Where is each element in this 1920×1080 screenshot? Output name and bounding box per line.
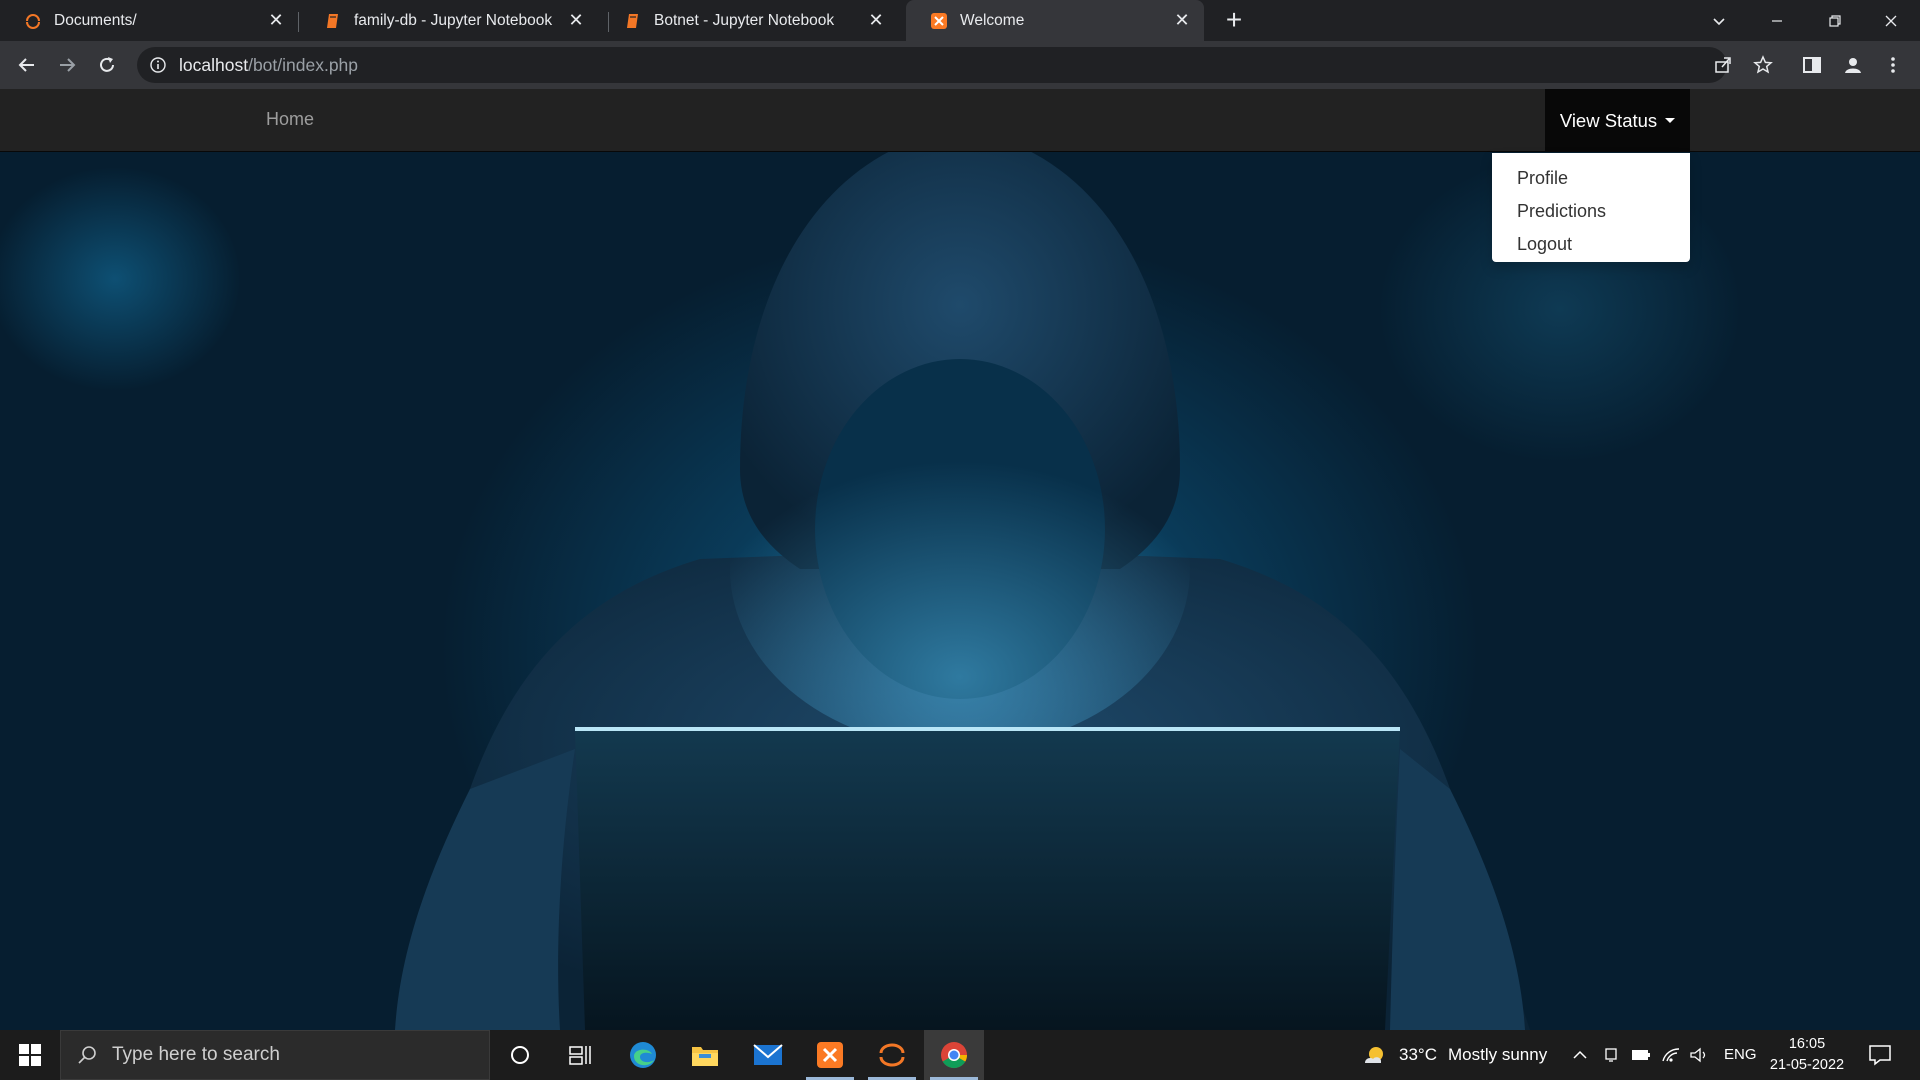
nav-home-link[interactable]: Home	[266, 109, 314, 130]
tab-botnet[interactable]: Botnet - Jupyter Notebook ✕	[600, 0, 898, 41]
mail-app[interactable]	[738, 1030, 798, 1080]
notifications-icon[interactable]	[1868, 1044, 1892, 1066]
share-button[interactable]	[1709, 51, 1737, 79]
url-path: /bot/index.php	[248, 54, 359, 75]
task-view-icon	[569, 1046, 591, 1065]
site-navbar: Home View Status	[0, 89, 1920, 152]
right-arm	[1390, 749, 1525, 1030]
tab-welcome[interactable]: Welcome ✕	[906, 0, 1204, 41]
language-indicator[interactable]: ENG	[1724, 1046, 1757, 1063]
url-host: localhost	[179, 54, 249, 75]
menu-button[interactable]	[1879, 51, 1907, 79]
close-tab-icon[interactable]: ✕	[564, 9, 588, 33]
edge-icon	[630, 1042, 656, 1068]
menu-item-profile[interactable]: Profile	[1492, 162, 1690, 195]
battery-icon[interactable]	[1631, 1048, 1651, 1062]
browser-toolbar: localhost/bot/index.php	[0, 41, 1920, 89]
device-icon[interactable]	[1603, 1046, 1619, 1064]
forward-arrow-icon	[60, 58, 76, 72]
weather-temp[interactable]: 33°C	[1399, 1045, 1437, 1065]
chevron-down-icon	[1713, 17, 1725, 25]
search-icon	[78, 1046, 96, 1064]
clock-date: 21-05-2022	[1769, 1057, 1845, 1073]
chevron-up-icon[interactable]	[1572, 1048, 1588, 1062]
cortana-icon	[511, 1046, 529, 1064]
menu-item-predictions[interactable]: Predictions	[1492, 195, 1690, 228]
new-tab-button[interactable]: +	[1220, 6, 1248, 34]
laptop	[575, 729, 1400, 1030]
notebook-icon	[327, 13, 338, 28]
side-panel-icon	[1803, 57, 1821, 73]
chrome-icon	[941, 1042, 968, 1069]
task-view-button[interactable]	[550, 1030, 610, 1080]
forward-button[interactable]	[53, 51, 81, 79]
close-window-button[interactable]	[1862, 0, 1920, 41]
tab-title: Welcome	[960, 11, 1025, 29]
cortana-button[interactable]	[490, 1030, 550, 1080]
jupyter-app[interactable]	[862, 1030, 922, 1080]
share-icon	[1715, 57, 1731, 73]
chrome-app[interactable]	[924, 1030, 984, 1080]
minimize-icon	[1772, 19, 1782, 22]
taskbar-search[interactable]: Type here to search	[60, 1030, 490, 1080]
mail-icon	[753, 1044, 783, 1065]
back-arrow-icon	[18, 58, 34, 72]
close-icon	[1885, 15, 1897, 26]
tab-title: Documents/	[54, 11, 137, 29]
notebook-icon	[627, 13, 638, 28]
side-panel-button[interactable]	[1798, 51, 1826, 79]
site-info-icon[interactable]	[149, 56, 167, 74]
page-content: Home View Status Profile Predictions Log…	[0, 89, 1920, 1030]
tab-search-button[interactable]	[1690, 0, 1748, 41]
reload-button[interactable]	[93, 51, 121, 79]
xampp-icon	[817, 1042, 843, 1068]
caret-down-icon	[1665, 118, 1676, 123]
file-explorer-app[interactable]	[675, 1030, 735, 1080]
back-button[interactable]	[13, 51, 41, 79]
left-arm	[395, 749, 575, 1030]
weather-icon	[1365, 1047, 1383, 1063]
view-status-menu: Profile Predictions Logout	[1492, 153, 1690, 262]
restore-button[interactable]	[1806, 0, 1864, 41]
view-status-label: View Status	[1559, 109, 1658, 131]
tab-title: Botnet - Jupyter Notebook	[654, 11, 835, 29]
taskbar: Type here to search 33°C Mostly sunny EN…	[0, 1030, 1920, 1080]
tab-title: family-db - Jupyter Notebook	[354, 11, 553, 29]
url-text: localhost/bot/index.php	[179, 55, 358, 76]
windows-logo-icon	[19, 1044, 41, 1066]
view-status-dropdown-toggle[interactable]: View Status	[1545, 89, 1690, 152]
jupyter-logo-icon	[26, 13, 40, 29]
minimize-button[interactable]	[1748, 0, 1806, 41]
tab-documents[interactable]: Documents/ ✕	[0, 0, 298, 41]
jupyter-icon	[879, 1043, 905, 1067]
bookmark-button[interactable]	[1749, 51, 1777, 79]
close-tab-icon[interactable]: ✕	[864, 9, 888, 33]
tab-separator	[298, 12, 299, 32]
tab-strip: Documents/ ✕ family-db - Jupyter Noteboo…	[0, 0, 1920, 41]
profile-button[interactable]	[1839, 51, 1867, 79]
clock[interactable]: 16:05 21-05-2022	[1762, 1034, 1852, 1076]
file-explorer-icon	[692, 1047, 718, 1066]
restore-icon	[1829, 14, 1841, 27]
menu-item-logout[interactable]: Logout	[1492, 228, 1690, 261]
close-tab-icon[interactable]: ✕	[1170, 9, 1194, 33]
volume-icon[interactable]	[1689, 1046, 1709, 1064]
weather-condition[interactable]: Mostly sunny	[1448, 1045, 1547, 1065]
more-vertical-icon	[1891, 57, 1895, 73]
face-glow	[730, 389, 1190, 749]
star-icon	[1753, 55, 1773, 74]
search-placeholder: Type here to search	[112, 1044, 280, 1065]
address-bar[interactable]: localhost/bot/index.php	[137, 47, 1727, 83]
xampp-icon	[931, 12, 947, 29]
reload-icon	[100, 57, 114, 72]
start-button[interactable]	[0, 1030, 60, 1080]
profile-icon	[1845, 58, 1861, 73]
tab-family-db[interactable]: family-db - Jupyter Notebook ✕	[300, 0, 598, 41]
edge-app[interactable]	[613, 1030, 673, 1080]
clock-time: 16:05	[1788, 1036, 1826, 1052]
xampp-app[interactable]	[800, 1030, 860, 1080]
close-tab-icon[interactable]: ✕	[264, 9, 288, 33]
wifi-icon[interactable]	[1661, 1045, 1681, 1063]
